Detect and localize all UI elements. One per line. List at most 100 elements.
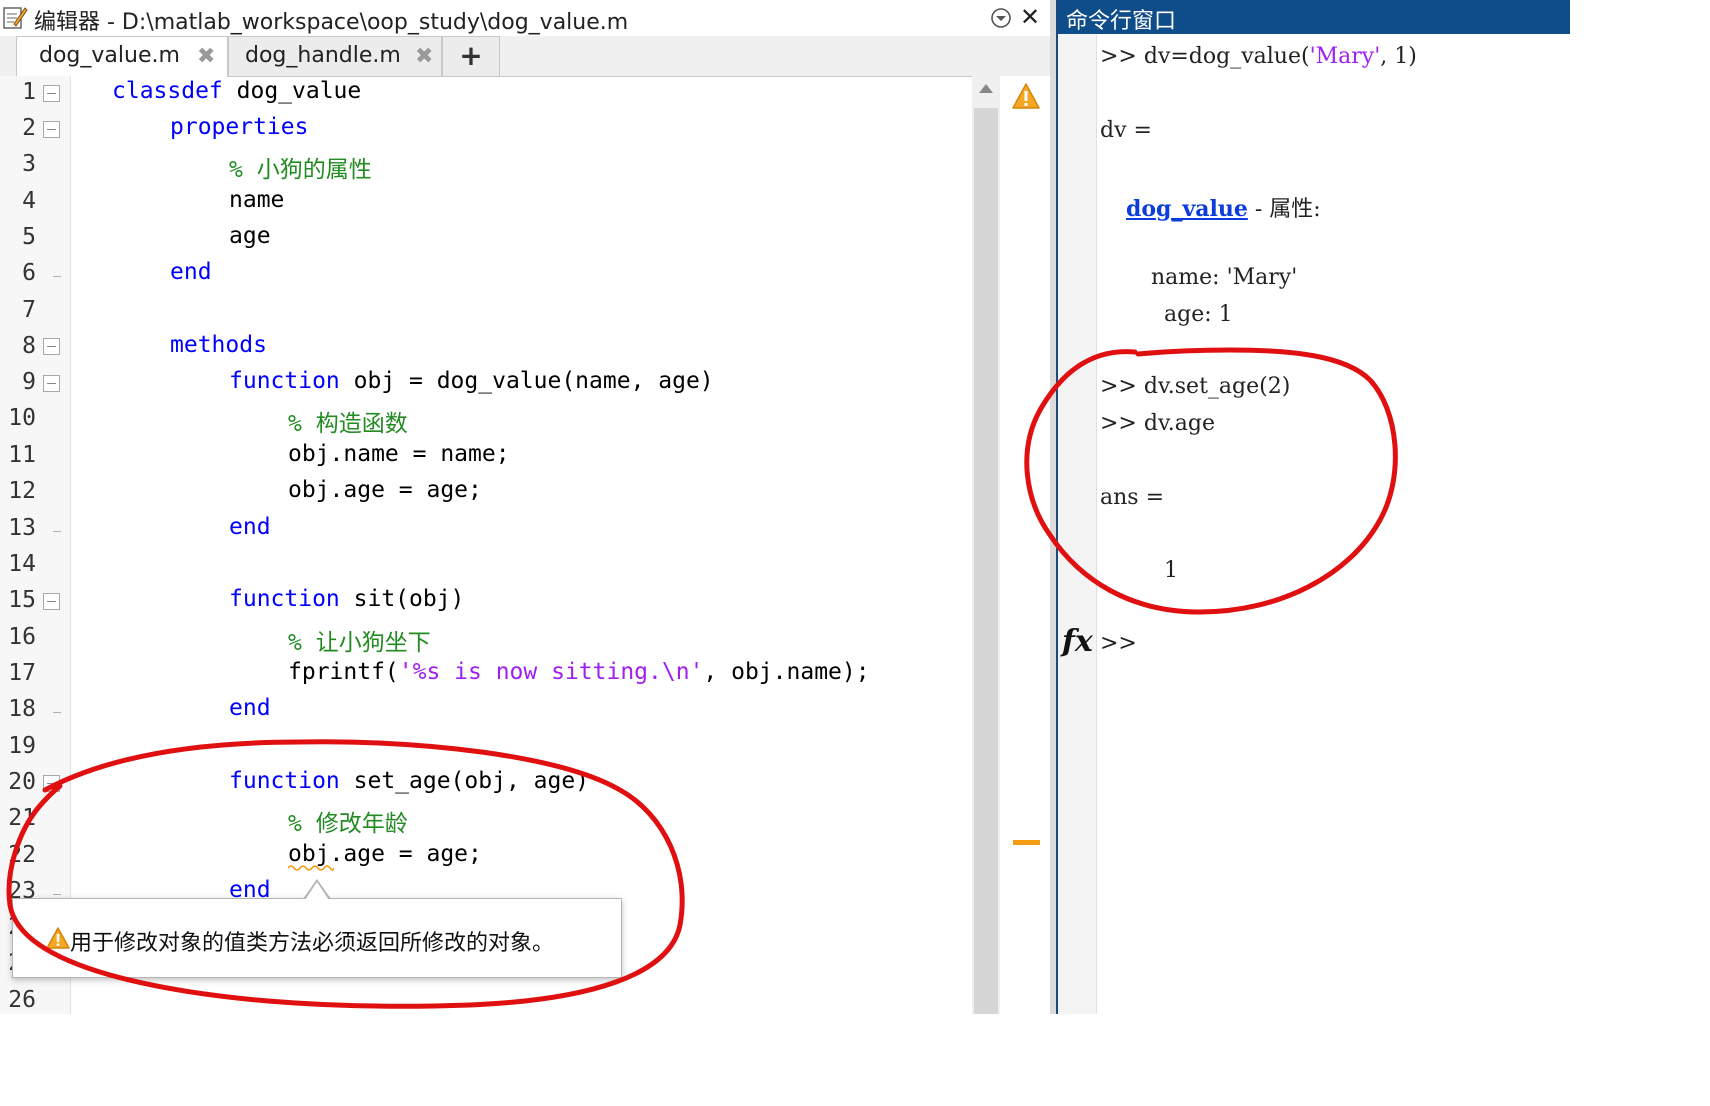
close-icon[interactable]: ✕ [1018, 5, 1042, 29]
command-line[interactable]: >> dv=dog_value('Mary', 1) [1100, 44, 1417, 69]
code-text: sit(obj) [339, 586, 465, 612]
string-literal: '%s is now sitting.\n' [398, 659, 704, 685]
command-prompt[interactable]: >> [1100, 631, 1137, 656]
code-text: set_age(obj, age) [339, 768, 590, 794]
line-number: 12 [8, 478, 36, 504]
code-text: fprintf( [288, 659, 399, 685]
code-analyzer-bar [1000, 76, 1050, 1014]
output-line: dog_value - 属性: [1126, 191, 1321, 223]
code-line[interactable]: end [229, 514, 271, 540]
warning-marker[interactable] [1013, 840, 1040, 845]
editor-vertical-scrollbar[interactable] [972, 76, 1000, 1014]
line-number: 5 [22, 224, 36, 250]
code-line[interactable]: function sit(obj) [229, 586, 464, 612]
editor-panel: 编辑器 - D:\matlab_workspace\oop_study\dog_… [0, 0, 1050, 1014]
fold-toggle[interactable] [43, 121, 60, 138]
close-icon[interactable]: ✖ [415, 44, 433, 69]
code-comment[interactable]: % 修改年龄 [288, 804, 408, 838]
command-text: , 1) [1380, 44, 1417, 69]
code-line[interactable]: classdef dog_value [112, 78, 361, 104]
line-number: 18 [8, 696, 36, 722]
editor-tabbar: dog_value.m ✖ dog_handle.m ✖ + [0, 36, 1050, 77]
fold-end-marker [53, 894, 61, 895]
command-line[interactable]: >> dv.age [1100, 411, 1215, 436]
code-line[interactable]: function set_age(obj, age) [229, 768, 589, 794]
code-line[interactable]: fprintf('%s is now sitting.\n', obj.name… [288, 659, 870, 685]
close-icon[interactable]: ✖ [197, 44, 215, 69]
keyword: end [170, 259, 212, 285]
code-line[interactable]: end [170, 259, 212, 285]
editor-titlebar: 编辑器 - D:\matlab_workspace\oop_study\dog_… [0, 0, 1050, 37]
command-window-title: 命令行窗口 [1066, 9, 1177, 34]
code-line[interactable]: methods [170, 332, 267, 358]
line-number: 16 [8, 624, 36, 650]
tab-dog-value[interactable]: dog_value.m ✖ [16, 36, 228, 77]
code-line[interactable]: end [229, 695, 271, 721]
warning-icon [46, 927, 70, 949]
line-number: 8 [22, 333, 36, 359]
warning-tooltip: 用于修改对象的值类方法必须返回所修改的对象。 [12, 898, 622, 978]
fold-toggle[interactable] [43, 375, 60, 392]
warning-icon[interactable] [1011, 82, 1041, 110]
line-number: 7 [22, 297, 36, 323]
fold-toggle[interactable] [43, 85, 60, 102]
output-line: name: 'Mary' [1151, 265, 1298, 290]
tab-dog-handle[interactable]: dog_handle.m ✖ [228, 36, 442, 76]
tooltip-message: 用于修改对象的值类方法必须返回所修改的对象。 [70, 931, 555, 956]
line-number: 17 [8, 660, 36, 686]
command-window: 命令行窗口 >> dv=dog_value('Mary', 1) dv = do… [1056, 0, 1570, 1014]
fx-icon[interactable]: fx [1062, 624, 1093, 659]
code-line[interactable]: name [229, 187, 284, 213]
line-number: 11 [8, 442, 36, 468]
line-number: 15 [8, 587, 36, 613]
line-number: 4 [22, 188, 36, 214]
line-number: 26 [8, 987, 36, 1013]
line-number: 20 [8, 769, 36, 795]
fold-toggle[interactable] [43, 338, 60, 355]
command-window-header: 命令行窗口 [1058, 0, 1570, 34]
code-comment[interactable]: % 让小狗坐下 [288, 623, 431, 657]
line-number-gutter: 1 2 3 4 5 6 7 8 9 10 11 12 13 14 15 16 1… [0, 76, 71, 1014]
code-text: dog_value [222, 78, 362, 104]
scrollbar-thumb[interactable] [974, 108, 998, 1014]
keyword: methods [170, 332, 267, 358]
fold-end-marker [53, 531, 61, 532]
keyword: function [229, 768, 340, 794]
editor-icon [3, 7, 28, 29]
keyword: end [229, 695, 271, 721]
fold-end-marker [53, 276, 61, 277]
line-number: 6 [22, 260, 36, 286]
code-line[interactable]: obj.age = age; [288, 477, 482, 503]
fold-end-marker [53, 712, 61, 713]
output-line: dv = [1100, 118, 1152, 143]
keyword: end [229, 514, 271, 540]
keyword: function [229, 586, 340, 612]
scroll-up-icon[interactable] [979, 84, 993, 93]
add-tab-button[interactable]: + [442, 36, 500, 76]
code-line[interactable]: properties [170, 114, 308, 140]
keyword: properties [170, 114, 309, 140]
line-number: 14 [8, 551, 36, 577]
line-number: 9 [22, 369, 36, 395]
chevron-down-icon[interactable] [990, 7, 1012, 29]
tab-label: dog_value.m [39, 43, 180, 68]
fold-toggle[interactable] [43, 775, 60, 792]
code-comment[interactable]: % 构造函数 [288, 404, 408, 438]
output-text: - 属性: [1247, 197, 1321, 222]
code-line[interactable]: obj.name = name; [288, 441, 510, 467]
line-number: 19 [8, 733, 36, 759]
output-line: 1 [1164, 558, 1178, 583]
fold-toggle[interactable] [43, 593, 60, 610]
class-link[interactable]: dog_value [1126, 196, 1248, 222]
output-line: age: 1 [1164, 302, 1233, 327]
code-line[interactable]: age [229, 223, 271, 249]
output-line: ans = [1100, 485, 1165, 510]
line-number: 13 [8, 515, 36, 541]
code-line[interactable]: function obj = dog_value(name, age) [229, 368, 714, 394]
editor-title: 编辑器 - D:\matlab_workspace\oop_study\dog_… [34, 10, 629, 35]
command-line[interactable]: >> dv.set_age(2) [1100, 374, 1290, 399]
command-text: >> dv=dog_value( [1100, 44, 1310, 69]
code-comment[interactable]: % 小狗的属性 [229, 150, 372, 184]
tooltip-pointer-fill [305, 882, 329, 900]
keyword: classdef [112, 78, 223, 104]
